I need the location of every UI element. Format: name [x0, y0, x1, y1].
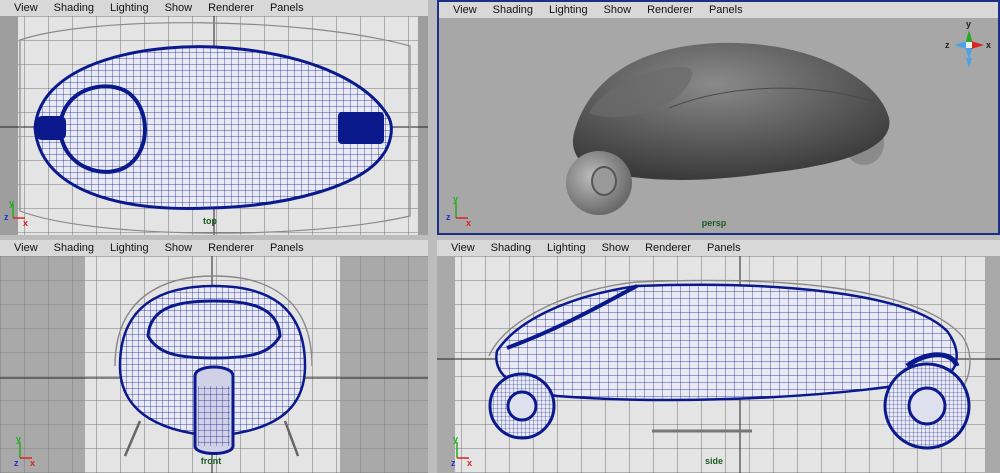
- top-view-drawing: [0, 16, 428, 235]
- viewport-canvas-side[interactable]: side y z x: [437, 256, 1000, 473]
- menu-renderer[interactable]: Renderer: [200, 0, 262, 16]
- menu-lighting[interactable]: Lighting: [539, 240, 594, 256]
- svg-text:x: x: [986, 40, 991, 50]
- viewport-menubar: View Shading Lighting Show Renderer Pane…: [439, 2, 998, 18]
- front-view-drawing: [0, 256, 428, 473]
- menu-lighting[interactable]: Lighting: [102, 0, 157, 16]
- viewport-canvas-top[interactable]: top y z x: [0, 16, 428, 235]
- svg-text:x: x: [30, 458, 35, 468]
- viewport-persp[interactable]: View Shading Lighting Show Renderer Pane…: [437, 0, 1000, 235]
- svg-text:y: y: [966, 19, 971, 29]
- horizontal-splitter[interactable]: [0, 235, 1000, 240]
- menu-shading[interactable]: Shading: [46, 0, 102, 16]
- menu-renderer[interactable]: Renderer: [639, 2, 701, 18]
- svg-text:x: x: [466, 218, 471, 228]
- svg-text:z: z: [14, 458, 19, 468]
- svg-text:x: x: [467, 458, 472, 468]
- svg-text:z: z: [945, 40, 950, 50]
- svg-text:y: y: [453, 434, 458, 444]
- menu-show[interactable]: Show: [594, 240, 638, 256]
- svg-text:x: x: [23, 218, 28, 228]
- persp-view-drawing: [439, 18, 998, 233]
- svg-text:z: z: [4, 212, 9, 222]
- viewport-top[interactable]: View Shading Lighting Show Renderer Pane…: [0, 0, 428, 235]
- menu-shading[interactable]: Shading: [483, 240, 539, 256]
- axis-gizmo-icon: y z x: [14, 434, 35, 468]
- svg-text:y: y: [16, 434, 21, 444]
- menu-show[interactable]: Show: [157, 0, 201, 16]
- menu-renderer[interactable]: Renderer: [200, 240, 262, 256]
- viewport-menubar: View Shading Lighting Show Renderer Pane…: [0, 240, 428, 256]
- axis-gizmo-icon: y z x: [4, 198, 28, 228]
- viewport-front[interactable]: View Shading Lighting Show Renderer Pane…: [0, 240, 428, 473]
- menu-view[interactable]: View: [6, 0, 46, 16]
- axis-gizmo-icon: y z x: [451, 434, 472, 468]
- viewport-canvas-persp[interactable]: persp y z x y z x: [439, 18, 998, 233]
- view-cube-icon[interactable]: y z x: [944, 18, 994, 76]
- svg-text:y: y: [453, 194, 458, 204]
- menu-panels[interactable]: Panels: [699, 240, 749, 256]
- viewport-menubar: View Shading Lighting Show Renderer Pane…: [437, 240, 1000, 256]
- camera-label-persp: persp: [701, 218, 727, 228]
- svg-text:y: y: [9, 198, 14, 208]
- svg-text:z: z: [446, 212, 451, 222]
- menu-view[interactable]: View: [443, 240, 483, 256]
- menu-shading[interactable]: Shading: [46, 240, 102, 256]
- camera-label-side: side: [704, 456, 724, 466]
- menu-view[interactable]: View: [6, 240, 46, 256]
- svg-text:z: z: [451, 458, 456, 468]
- axis-gizmo-icon: y z x: [446, 194, 471, 228]
- viewport-menubar: View Shading Lighting Show Renderer Pane…: [0, 0, 428, 16]
- menu-view[interactable]: View: [445, 2, 485, 18]
- menu-shading[interactable]: Shading: [485, 2, 541, 18]
- menu-panels[interactable]: Panels: [701, 2, 751, 18]
- menu-lighting[interactable]: Lighting: [102, 240, 157, 256]
- menu-show[interactable]: Show: [157, 240, 201, 256]
- menu-panels[interactable]: Panels: [262, 0, 312, 16]
- viewport-side[interactable]: View Shading Lighting Show Renderer Pane…: [437, 240, 1000, 473]
- menu-panels[interactable]: Panels: [262, 240, 312, 256]
- camera-label-front: front: [200, 456, 222, 466]
- side-view-drawing: [437, 256, 1000, 473]
- camera-label-top: top: [203, 216, 217, 226]
- menu-show[interactable]: Show: [596, 2, 640, 18]
- viewport-canvas-front[interactable]: front y z x: [0, 256, 428, 473]
- menu-lighting[interactable]: Lighting: [541, 2, 596, 18]
- menu-renderer[interactable]: Renderer: [637, 240, 699, 256]
